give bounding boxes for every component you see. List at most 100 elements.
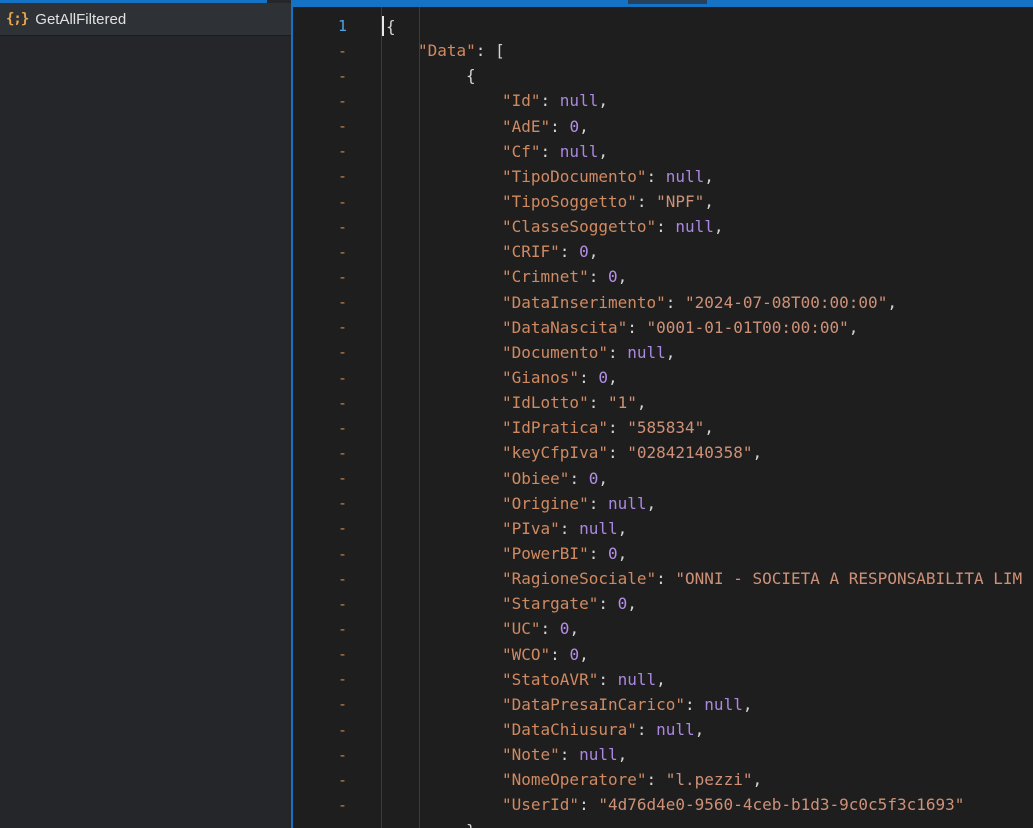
code-line[interactable]: -"DataNascita": "0001-01-01T00:00:00", <box>293 315 1033 340</box>
sidebar-item-getallfiltered[interactable]: {;} GetAllFiltered <box>0 3 291 36</box>
code-line[interactable]: -"WCO": 0, <box>293 642 1033 667</box>
code-line[interactable]: -"TipoDocumento": null, <box>293 164 1033 189</box>
code-text: { <box>355 66 476 85</box>
token-punc: : <box>569 469 588 488</box>
token-punc: : <box>666 293 685 312</box>
code-text: "keyCfpIva": "02842140358", <box>355 443 762 462</box>
token-punc: , <box>598 142 608 161</box>
token-punc: : <box>589 544 608 563</box>
code-line[interactable]: -"IdLotto": "1", <box>293 390 1033 415</box>
code-line[interactable]: -} <box>293 818 1033 828</box>
code-line[interactable]: -"RagioneSociale": "ONNI - SOCIETA A RES… <box>293 566 1033 591</box>
token-key: "PIva" <box>502 519 560 538</box>
code-line[interactable]: -"PIva": null, <box>293 516 1033 541</box>
code-line[interactable]: -"keyCfpIva": "02842140358", <box>293 440 1033 465</box>
code-line[interactable]: -"DataInserimento": "2024-07-08T00:00:00… <box>293 290 1033 315</box>
token-kw: null <box>579 519 618 538</box>
token-key: "StatoAVR" <box>502 670 598 689</box>
app-window: {;} GetAllFiltered 1{-"Data": [-{-"Id": … <box>0 0 1033 828</box>
token-punc: , <box>618 267 628 286</box>
token-key: "IdLotto" <box>502 393 589 412</box>
code-text: "Documento": null, <box>355 343 675 362</box>
token-punc: : <box>589 267 608 286</box>
code-line[interactable]: -{ <box>293 63 1033 88</box>
code-line[interactable]: -"IdPratica": "585834", <box>293 415 1033 440</box>
token-key: "TipoSoggetto" <box>502 192 637 211</box>
code-line[interactable]: -"Obiee": 0, <box>293 466 1033 491</box>
code-line[interactable]: -"ClasseSoggetto": null, <box>293 214 1033 239</box>
wrap-marker: - <box>293 167 355 185</box>
token-kw: null <box>675 217 714 236</box>
token-key: "DataNascita" <box>502 318 627 337</box>
token-kw: null <box>608 494 647 513</box>
wrap-marker: - <box>293 746 355 764</box>
code-lines: 1{-"Data": [-{-"Id": null,-"AdE": 0,-"Cf… <box>293 13 1033 828</box>
token-key: "UC" <box>502 619 541 638</box>
code-line[interactable]: 1{ <box>293 13 1033 38</box>
token-punc: : <box>627 318 646 337</box>
token-punc: , <box>647 494 657 513</box>
token-punc: , <box>704 167 714 186</box>
code-line[interactable]: -"Documento": null, <box>293 340 1033 365</box>
code-text: "Stargate": 0, <box>355 594 637 613</box>
token-kw: null <box>666 167 705 186</box>
code-text: "IdLotto": "1", <box>355 393 647 412</box>
code-line[interactable]: -"Note": null, <box>293 742 1033 767</box>
token-punc: : <box>541 619 560 638</box>
code-line[interactable]: -"Stargate": 0, <box>293 591 1033 616</box>
token-punc: , <box>608 368 618 387</box>
code-line[interactable]: -"UC": 0, <box>293 616 1033 641</box>
code-line[interactable]: -"Data": [ <box>293 38 1033 63</box>
code-line[interactable]: -"UserId": "4d76d4e0-9560-4ceb-b1d3-9c0c… <box>293 792 1033 817</box>
token-punc: : <box>541 142 560 161</box>
code-line[interactable]: -"PowerBI": 0, <box>293 541 1033 566</box>
code-text: "TipoSoggetto": "NPF", <box>355 192 714 211</box>
token-punc: , <box>618 519 628 538</box>
code-line[interactable]: -"DataPresaInCarico": null, <box>293 692 1033 717</box>
token-key: "Data" <box>418 41 476 60</box>
code-line[interactable]: -"Id": null, <box>293 88 1033 113</box>
code-text: "DataInserimento": "2024-07-08T00:00:00"… <box>355 293 897 312</box>
token-punc: , <box>637 393 647 412</box>
token-punc: , <box>887 293 897 312</box>
token-num: 0 <box>560 619 570 638</box>
code-line[interactable]: -"Cf": null, <box>293 139 1033 164</box>
token-punc: : <box>647 167 666 186</box>
token-punc: : <box>647 770 666 789</box>
token-key: "RagioneSociale" <box>502 569 656 588</box>
code-text: "Origine": null, <box>355 494 656 513</box>
token-key: "Id" <box>502 91 541 110</box>
wrap-marker: - <box>293 570 355 588</box>
token-key: "DataChiusura" <box>502 720 637 739</box>
wrap-marker: - <box>293 796 355 814</box>
code-line[interactable]: -"NomeOperatore": "l.pezzi", <box>293 767 1033 792</box>
token-key: "WCO" <box>502 645 550 664</box>
wrap-marker: - <box>293 92 355 110</box>
token-punc: , <box>579 117 589 136</box>
code-line[interactable]: -"AdE": 0, <box>293 114 1033 139</box>
token-punc: , <box>598 91 608 110</box>
code-line[interactable]: -"TipoSoggetto": "NPF", <box>293 189 1033 214</box>
token-key: "Gianos" <box>502 368 579 387</box>
token-punc: : <box>637 720 656 739</box>
token-punc: : <box>608 418 627 437</box>
wrap-marker: - <box>293 394 355 412</box>
code-line[interactable]: -"StatoAVR": null, <box>293 667 1033 692</box>
code-area[interactable]: 1{-"Data": [-{-"Id": null,-"AdE": 0,-"Cf… <box>293 7 1033 828</box>
wrap-marker: - <box>293 771 355 789</box>
token-punc: : <box>589 393 608 412</box>
token-punc: , <box>589 242 599 261</box>
token-key: "Documento" <box>502 343 608 362</box>
code-line[interactable]: -"Crimnet": 0, <box>293 264 1033 289</box>
code-line[interactable]: -"Origine": null, <box>293 491 1033 516</box>
wrap-marker: - <box>293 243 355 261</box>
code-line[interactable]: -"Gianos": 0, <box>293 365 1033 390</box>
scrollbar-thumb[interactable] <box>628 0 707 4</box>
code-line[interactable]: -"DataChiusura": null, <box>293 717 1033 742</box>
code-line[interactable]: -"CRIF": 0, <box>293 239 1033 264</box>
token-punc: } <box>466 821 476 828</box>
wrap-marker: - <box>293 519 355 537</box>
token-punc: : <box>550 117 569 136</box>
wrap-marker: - <box>293 821 355 828</box>
wrap-marker: - <box>293 117 355 135</box>
